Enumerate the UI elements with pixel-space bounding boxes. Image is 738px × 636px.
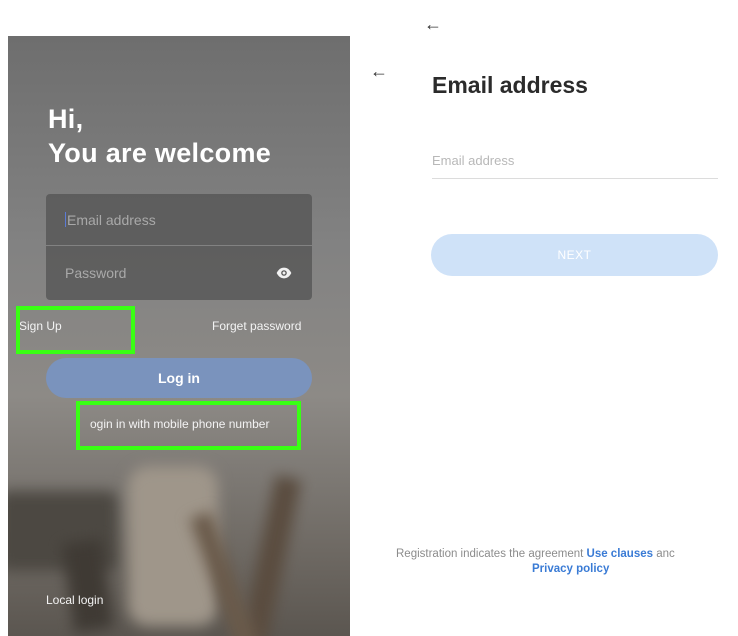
local-login-link[interactable]: Local login bbox=[46, 593, 103, 607]
page-title: Email address bbox=[432, 72, 588, 98]
email-field[interactable]: Email address bbox=[46, 194, 312, 246]
welcome-heading: Hi, You are welcome bbox=[48, 102, 271, 170]
password-field[interactable]: Password bbox=[46, 247, 312, 299]
greeting-line-2: You are welcome bbox=[48, 138, 272, 168]
privacy-policy-link[interactable]: Privacy policy bbox=[532, 563, 609, 575]
next-button[interactable]: NEXT bbox=[431, 234, 718, 276]
greeting-line-1: Hi, bbox=[48, 104, 84, 134]
login-button[interactable]: Log in bbox=[46, 358, 312, 398]
login-form-card: Email address Password bbox=[46, 194, 312, 300]
agreement-text: Registration indicates the agreement Use… bbox=[396, 547, 738, 577]
arrow-left-icon[interactable]: ← bbox=[424, 15, 442, 33]
background-blur-shape bbox=[240, 475, 302, 636]
sign-up-highlight-box bbox=[16, 306, 135, 354]
mobile-login-highlight-box bbox=[76, 401, 301, 450]
agreement-and: anc bbox=[656, 548, 675, 560]
agreement-prefix: Registration indicates the agreement bbox=[396, 548, 584, 560]
email-field-placeholder: Email address bbox=[67, 211, 156, 228]
login-button-label: Log in bbox=[158, 370, 200, 386]
use-clauses-link[interactable]: Use clauses bbox=[587, 548, 654, 560]
eye-icon[interactable] bbox=[276, 265, 292, 281]
next-button-label: NEXT bbox=[557, 248, 592, 262]
password-field-placeholder: Password bbox=[65, 265, 127, 281]
forget-password-link[interactable]: Forget password bbox=[212, 319, 301, 333]
email-input[interactable] bbox=[432, 142, 718, 179]
arrow-left-icon[interactable]: ← bbox=[370, 62, 388, 80]
text-caret bbox=[65, 212, 66, 227]
